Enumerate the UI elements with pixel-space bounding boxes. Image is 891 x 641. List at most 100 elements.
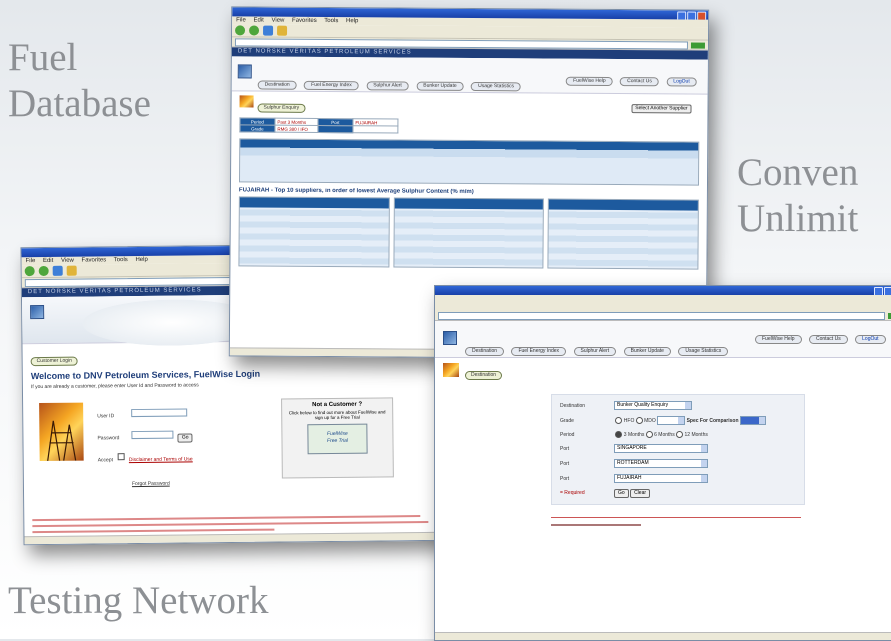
go-icon[interactable] xyxy=(690,42,705,49)
contact-button[interactable]: Contact Us xyxy=(620,77,659,87)
accept-checkbox[interactable] xyxy=(117,453,125,461)
logout-button[interactable]: LogOut xyxy=(855,335,886,344)
menu-tools[interactable]: Tools xyxy=(324,18,338,24)
favorites-icon[interactable] xyxy=(277,25,288,36)
tab-destination[interactable]: Destination xyxy=(465,347,505,356)
caption-line: Conven xyxy=(737,151,859,194)
caption-convenience: Conven Unlimit xyxy=(737,150,858,242)
welcome-heading: Welcome to DNV Petroleum Services, FuelW… xyxy=(30,368,261,382)
menu-file[interactable]: File xyxy=(236,17,246,23)
destination-select[interactable]: Bunker Quality Enquiry xyxy=(614,401,692,410)
supplier-table-1 xyxy=(238,196,390,268)
port-label: Port xyxy=(560,445,570,452)
spec-select[interactable] xyxy=(739,416,766,425)
tab-sulphur-alert[interactable]: Sulphur Alert xyxy=(366,81,409,91)
maximize-icon[interactable] xyxy=(884,287,891,295)
menu-favorites[interactable]: Favorites xyxy=(292,18,317,24)
period-12-label: 12 Months xyxy=(684,431,708,438)
menu-edit[interactable]: Edit xyxy=(253,17,263,23)
clear-button[interactable]: Clear xyxy=(630,489,651,498)
caption-line: Fuel xyxy=(8,36,78,79)
menu-bar xyxy=(435,295,891,311)
port-select-2[interactable]: ROTTERDAM xyxy=(614,459,708,468)
forward-icon[interactable] xyxy=(249,25,260,36)
help-button[interactable]: FuelWise Help xyxy=(566,76,613,87)
dnv-logo xyxy=(237,64,252,79)
grade-label: Grade xyxy=(560,417,574,424)
footer-text-lines xyxy=(24,515,444,534)
stop-icon[interactable] xyxy=(263,25,274,36)
close-icon[interactable] xyxy=(697,11,707,20)
destination-label: Destination xyxy=(560,402,586,409)
menu-edit[interactable]: Edit xyxy=(43,258,53,264)
menu-help[interactable]: Help xyxy=(135,257,147,263)
tab-usage-statistics[interactable]: Usage Statistics xyxy=(471,82,521,92)
select-supplier-button[interactable]: Select Another Supplier xyxy=(631,104,692,114)
user-id-label: User ID xyxy=(97,413,115,420)
required-note: = Required xyxy=(560,490,585,496)
port-label: Port xyxy=(560,475,570,482)
caption-line: Database xyxy=(8,82,151,125)
minimize-icon[interactable] xyxy=(874,287,883,295)
header-thumbnail xyxy=(239,95,254,108)
tab-sulphur-alert[interactable]: Sulphur Alert xyxy=(573,347,617,356)
menu-tools[interactable]: Tools xyxy=(114,257,128,263)
tab-bunker-update[interactable]: Bunker Update xyxy=(623,347,671,356)
maximize-icon[interactable] xyxy=(687,11,697,20)
user-id-input[interactable] xyxy=(131,408,188,417)
password-label: Password xyxy=(97,435,120,442)
tab-destination[interactable]: Destination xyxy=(257,80,297,90)
favorites-icon[interactable] xyxy=(66,265,77,276)
contact-button[interactable]: Contact Us xyxy=(808,335,848,344)
go-button[interactable]: Go xyxy=(177,433,193,443)
tab-fuel-energy-index[interactable]: Fuel Energy Index xyxy=(511,347,567,356)
grade-mdo-radio[interactable] xyxy=(635,417,643,424)
port-select-1[interactable]: SINGAPORE xyxy=(614,444,708,453)
menu-view[interactable]: View xyxy=(271,18,284,24)
help-button[interactable]: FuelWise Help xyxy=(755,335,802,344)
period-3-radio[interactable] xyxy=(615,431,623,438)
tab-fuel-energy-index[interactable]: Fuel Energy Index xyxy=(304,80,359,91)
grade-select[interactable] xyxy=(657,416,686,425)
grade-hfo-label: HFO xyxy=(623,417,635,424)
caption-line: Unlimit xyxy=(737,197,859,240)
forward-icon[interactable] xyxy=(38,265,49,277)
dnv-logo xyxy=(443,331,457,345)
grade-label: Grade xyxy=(239,124,275,133)
tab-usage-statistics[interactable]: Usage Statistics xyxy=(678,347,729,356)
not-customer-title: Not a Customer ? xyxy=(312,401,363,409)
password-input[interactable] xyxy=(131,430,174,439)
grade-hfo-radio[interactable] xyxy=(615,417,623,424)
address-input[interactable] xyxy=(438,311,885,320)
section-pill-destination: Destination xyxy=(465,371,503,380)
window-titlebar[interactable] xyxy=(435,286,891,295)
not-customer-box: Not a Customer ? Click below to find out… xyxy=(281,397,394,479)
period-6-radio[interactable] xyxy=(645,431,653,438)
menu-favorites[interactable]: Favorites xyxy=(82,257,107,263)
go-button[interactable]: Go xyxy=(614,489,629,498)
stop-icon[interactable] xyxy=(52,265,63,276)
free-trial-card[interactable]: FuelWise Free Trial xyxy=(307,423,368,455)
logout-button[interactable]: LogOut xyxy=(666,77,697,87)
form-divider xyxy=(551,517,801,518)
period-12-radio[interactable] xyxy=(676,431,684,438)
period-3-label: 3 Months xyxy=(623,431,645,438)
disclaimer-link[interactable]: Disclaimer and Terms of Use xyxy=(129,456,193,463)
tab-bunker-update[interactable]: Bunker Update xyxy=(416,81,464,91)
spec-label: Spec For Comparison xyxy=(686,417,739,424)
minimize-icon[interactable] xyxy=(677,11,687,20)
section-pill-customer-login: Customer Login xyxy=(30,356,78,367)
status-bar xyxy=(24,531,445,545)
menu-view[interactable]: View xyxy=(61,258,74,264)
back-icon[interactable] xyxy=(24,266,35,277)
menu-help[interactable]: Help xyxy=(346,18,358,24)
menu-file[interactable]: File xyxy=(26,258,36,264)
intro-text: If you are already a customer, please en… xyxy=(30,382,199,391)
port-select-3[interactable]: FUJAIRAH xyxy=(614,474,708,483)
caption-fuel-database: Fuel Database xyxy=(8,35,151,127)
top-suppliers-title: FUJAIRAH - Top 10 suppliers, in order of… xyxy=(238,187,474,196)
grade-mdo-label: MDO xyxy=(644,417,656,424)
back-icon[interactable] xyxy=(235,25,246,36)
forgot-password-link[interactable]: Forgot Password xyxy=(132,481,170,487)
enquiry-form: Destination Bunker Quality Enquiry Grade … xyxy=(551,394,805,505)
